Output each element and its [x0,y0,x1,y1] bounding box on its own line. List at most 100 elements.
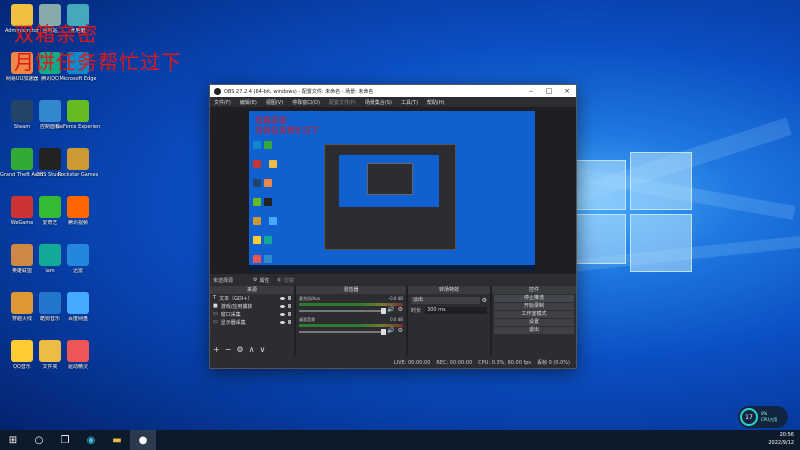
desktop-icon[interactable]: 迅雷 [56,244,100,274]
desktop-icon[interactable]: GeForce Experience [56,100,100,130]
cpu-status: CPU: 0.3%, 60.00 fps [478,359,532,366]
speaker-icon[interactable]: 🔊 [387,306,394,313]
lock-icon[interactable] [288,312,291,316]
system-clock[interactable]: 20:56 2022/9/12 [768,431,794,447]
lock-icon[interactable] [288,320,291,324]
mixer-dock: 混音器 麦克风/Aux -0.0 dB 🔊 ⚙ 桌面音频 0.0 dB 🔊 ⚙ [296,286,406,356]
desktop-icon-label: Microsoft Edge [59,76,97,82]
transitions-dock: 转场特效 淡出 ⚙ 时长 300 ms [408,286,490,356]
minimize-button[interactable]: – [522,87,540,95]
studio-mode-button[interactable]: 工作室模式 [494,311,574,318]
source-label: 窗口采集 [220,311,241,318]
file-explorer-icon[interactable]: ▬ [104,430,130,450]
menu-scene-collection[interactable]: 场景集合(S) [365,99,392,106]
obs-app-icon [214,87,221,95]
transition-select[interactable]: 淡出 [411,297,480,304]
source-item[interactable]: ■ 游戏/应用捕获 [210,302,294,310]
nested-obs-preview [324,144,456,250]
gear-icon[interactable]: ⚙ [398,306,403,313]
volume-slider[interactable] [299,329,387,335]
source-label: 游戏/应用捕获 [220,303,253,310]
filters-label: 滤镜 [283,277,294,284]
rec-status: REC: 00:00:00 [436,359,473,366]
visibility-icon[interactable] [280,320,285,324]
desktop-icon[interactable]: Rockstar Games [56,148,100,178]
source-item[interactable]: ▭ 显示器采集 [210,318,294,326]
edge-icon[interactable]: ◉ [78,430,104,450]
duration-input[interactable]: 300 ms [425,307,487,314]
stop-streaming-button[interactable]: 停止推流 [494,295,574,302]
exit-button[interactable]: 退出 [494,327,574,334]
properties-button[interactable]: ⚙ 属性 [253,277,270,284]
desktop-icon-label: Rockstar Games [57,172,99,178]
menu-view[interactable]: 视图(V) [266,99,283,106]
title-bar[interactable]: OBS 27.2.4 (64-bit, windows) - 配置文件: 未命名… [210,85,576,97]
preview-area: 双箱亲密 月饼任务帮忙过下 [210,107,576,274]
channel-db: -0.0 dB [388,296,403,301]
preview-taskbar [249,265,535,271]
sources-dock: 来源 T 文本（GDI+） ■ 游戏/应用捕获 ▭ 窗口采集 ▭ 显示器采集 + − ⚙ ∧ … [210,286,294,356]
duration-label: 时长 [411,308,422,314]
lock-icon[interactable] [288,304,291,308]
gear-icon[interactable]: ⚙ [398,327,403,334]
menu-help[interactable]: 帮助(H) [427,99,445,106]
desktop-icon[interactable]: 腾讯视频 [56,196,100,226]
mixer-channel: 麦克风/Aux -0.0 dB 🔊 ⚙ [296,294,406,315]
dropped-frames-status: 丢帧 0 (0.0%) [537,360,570,366]
source-type-icon: ■ [213,303,218,309]
start-button[interactable]: ⊞ [0,430,26,450]
windows-logo-wallpaper [570,152,692,272]
menu-docks[interactable]: 停靠窗口(D) [292,99,320,106]
desktop-icon-label: 腾讯视频 [67,220,88,226]
speaker-icon[interactable]: 🔊 [387,327,394,334]
source-toolbar: 未选择源 ⚙ 属性 ◐ 滤镜 [210,274,576,286]
menu-file[interactable]: 文件(F) [214,99,231,106]
obs-window[interactable]: OBS 27.2.4 (64-bit, windows) - 配置文件: 未命名… [209,84,577,369]
source-item[interactable]: ▭ 窗口采集 [210,310,294,318]
lock-icon[interactable] [288,296,291,300]
menu-edit[interactable]: 编辑(E) [240,99,257,106]
desktop-icon[interactable]: 百度网盘 [56,292,100,322]
channel-name: 麦克风/Aux [299,296,320,301]
overlay-text-line2: 月饼任务帮忙过下 [14,50,182,74]
volume-slider[interactable] [299,308,387,314]
mixer-header: 混音器 [296,286,406,294]
source-type-icon: ▭ [213,311,218,317]
visibility-icon[interactable] [280,312,285,316]
settings-button[interactable]: 设置 [494,319,574,326]
add-source-icon[interactable]: + [213,345,220,354]
filters-button[interactable]: ◐ 滤镜 [278,277,294,284]
live-status: LIVE: 00:00:00 [393,359,431,366]
source-item[interactable]: T 文本（GDI+） [210,294,294,302]
sources-footer: + − ⚙ ∧ ∨ [213,345,265,354]
app-icon [67,292,89,314]
obs-taskbar-icon[interactable]: ● [130,430,156,450]
controls-header: 控件 [492,286,576,294]
search-icon[interactable]: ○ [26,430,52,450]
visibility-icon[interactable] [280,304,285,308]
remove-source-icon[interactable]: − [225,345,232,354]
gear-icon[interactable]: ⚙ [482,297,487,304]
maximize-button[interactable]: □ [540,87,558,95]
mixer-channel: 桌面音频 0.0 dB 🔊 ⚙ [296,315,406,336]
source-label: 文本（GDI+） [219,295,253,302]
menu-profile[interactable]: 配置文件(P) [329,99,356,106]
move-down-icon[interactable]: ∨ [259,345,265,354]
start-recording-button[interactable]: 开始录制 [494,303,574,310]
transitions-header: 转场特效 [408,286,490,294]
desktop-icon[interactable]: 驱动精灵 [56,340,100,370]
close-button[interactable]: × [558,87,576,95]
cpu-label-2: CPU占用 [761,417,778,422]
task-view-icon[interactable]: ❐ [52,430,78,450]
clock-time: 20:56 [779,432,794,438]
taskbar: ⊞ ○ ❐ ◉ ▬ ● 20:56 2022/9/12 [0,430,800,450]
move-up-icon[interactable]: ∧ [249,345,255,354]
menu-tools[interactable]: 工具(T) [401,99,418,106]
preview-canvas[interactable]: 双箱亲密 月饼任务帮忙过下 [249,111,535,271]
app-icon [67,340,89,362]
source-settings-icon[interactable]: ⚙ [236,345,243,354]
cpu-percent: 17 [740,408,758,426]
cpu-monitor-widget[interactable]: 17 0% CPU占用 [738,406,788,428]
desktop-icon-label: 驱动精灵 [67,364,88,370]
visibility-icon[interactable] [280,296,285,300]
